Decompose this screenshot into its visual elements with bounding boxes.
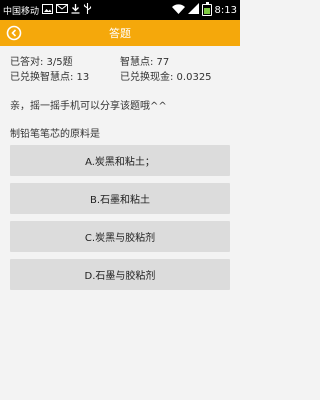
mail-icon (56, 4, 69, 16)
download-icon (71, 3, 80, 17)
option-c-button[interactable]: C.炭黑与胶粘剂 (10, 221, 230, 252)
wifi-icon (171, 3, 185, 17)
option-a-button[interactable]: A.炭黑和粘土； (10, 145, 230, 176)
answered-count: 已答对: 3/5题 (10, 57, 73, 68)
status-time: 8:13 (214, 4, 237, 16)
page-title: 答题 (109, 27, 131, 40)
stats-panel: 已答对: 3/5题 智慧点: 77 已兑换智慧点: 13 已兑换现金: 0.03… (10, 56, 235, 85)
redeemed-cash: 已兑换现金: 0.0325 (120, 72, 212, 83)
back-button[interactable] (5, 24, 23, 42)
redeemed-points: 已兑换智慧点: 13 (10, 72, 90, 83)
share-tip: 亲，摇一摇手机可以分享该题哦^^ (10, 101, 167, 112)
battery-icon (201, 2, 212, 16)
back-arrow-icon (6, 25, 22, 41)
app-bar: 答题 (0, 20, 240, 46)
option-d-button[interactable]: D.石墨与胶粘剂 (10, 259, 230, 290)
wisdom-points: 智慧点: 77 (120, 57, 170, 68)
status-right: 8:13 (171, 2, 237, 17)
carrier-name: 中国移动 (3, 6, 40, 17)
status-left: 中国移动 (3, 3, 92, 17)
battery-level (203, 8, 210, 14)
signal-icon (187, 3, 199, 17)
image-icon (42, 3, 54, 17)
usb-icon (83, 3, 92, 17)
status-bar: 中国移动 8:13 (0, 0, 240, 20)
question-text: 制铅笔笔芯的原料是 (10, 129, 100, 140)
option-b-button[interactable]: B.石墨和粘土 (10, 183, 230, 214)
